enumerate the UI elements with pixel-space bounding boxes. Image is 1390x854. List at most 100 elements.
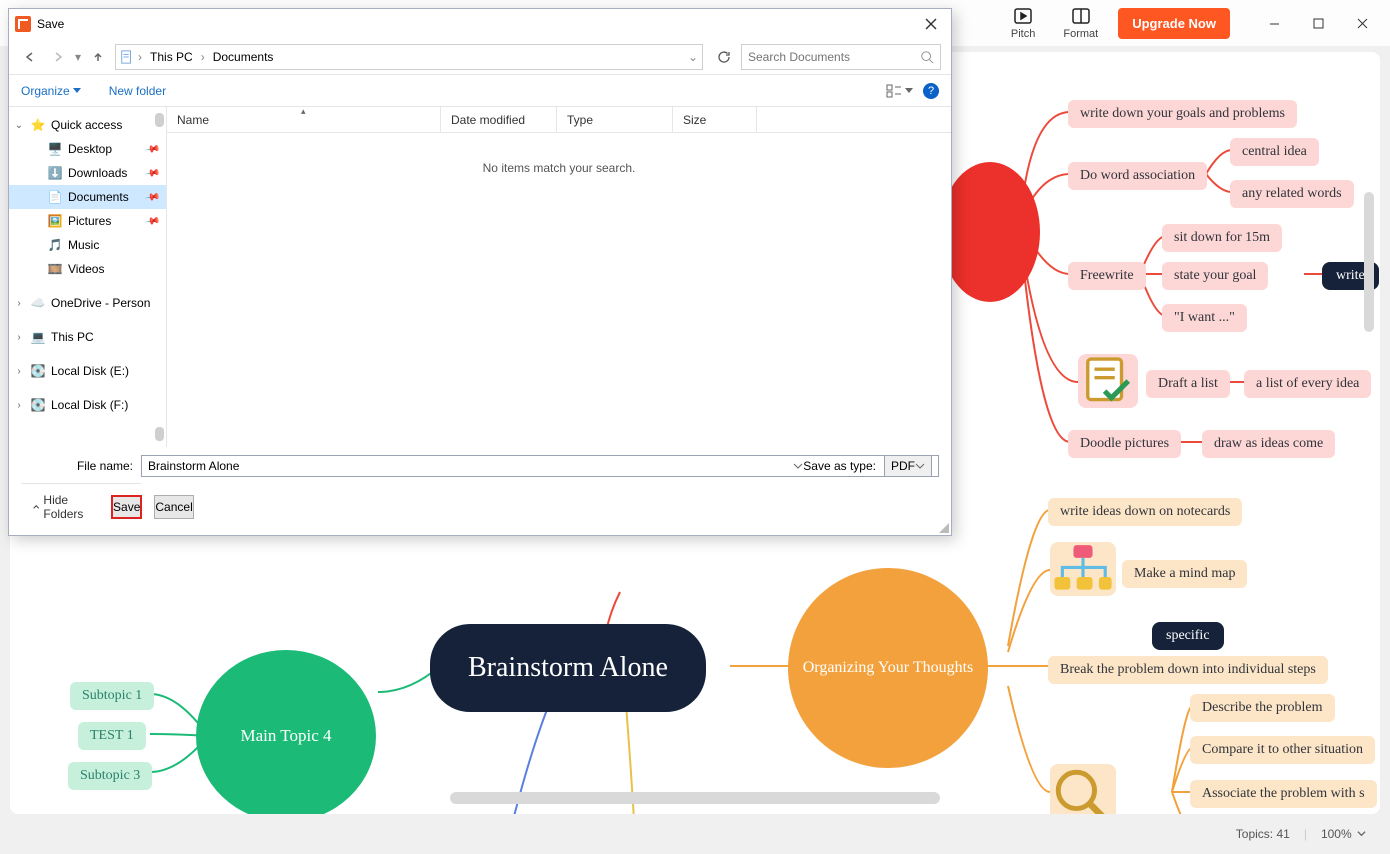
format-button[interactable]: Format xyxy=(1063,6,1098,40)
word-association-node[interactable]: Do word association xyxy=(1068,162,1207,190)
dialog-close-button[interactable] xyxy=(917,12,945,36)
list-every-idea-node[interactable]: a list of every idea xyxy=(1244,370,1371,398)
describe-node[interactable]: Describe the problem xyxy=(1190,694,1335,722)
hide-folders-button[interactable]: Hide Folders xyxy=(33,493,87,521)
disk-icon: 💽 xyxy=(30,397,46,413)
sit-15m-node[interactable]: sit down for 15m xyxy=(1162,224,1282,252)
disk-icon: 💽 xyxy=(30,363,46,379)
dialog-toolbar: Organize New folder ? xyxy=(9,75,951,107)
cancel-button[interactable]: Cancel xyxy=(154,495,193,519)
save-dialog: Save ▾ › This PC › Documents ⌄ Organize … xyxy=(8,8,952,536)
statusbar: Topics: 41 | 100% xyxy=(10,820,1380,848)
tree-documents[interactable]: 📄Documents📌 xyxy=(9,185,166,209)
file-list[interactable]: ▴ Name Date modified Type Size No items … xyxy=(167,107,951,447)
central-topic[interactable]: Brainstorm Alone xyxy=(430,624,706,712)
tree-music[interactable]: 🎵Music xyxy=(9,233,166,257)
tree-disk-f[interactable]: ›💽Local Disk (F:) xyxy=(9,393,166,417)
app-icon xyxy=(15,16,31,32)
draw-ideas-node[interactable]: draw as ideas come xyxy=(1202,430,1335,458)
format-label: Format xyxy=(1063,28,1098,40)
resize-grip[interactable] xyxy=(937,521,949,533)
zoom-level[interactable]: 100% xyxy=(1321,827,1366,841)
up-button[interactable] xyxy=(87,46,109,68)
file-name-field[interactable]: Save as type: PDF xyxy=(141,455,939,477)
doodle-node[interactable]: Doodle pictures xyxy=(1068,430,1181,458)
tree-videos[interactable]: 🎞️Videos xyxy=(9,257,166,281)
list-icon xyxy=(1078,354,1138,408)
draft-list-node[interactable]: Draft a list xyxy=(1146,370,1230,398)
vertical-scrollbar[interactable] xyxy=(1364,192,1374,332)
tree-quick-access[interactable]: ⌄⭐Quick access xyxy=(9,113,166,137)
pin-icon: 📌 xyxy=(144,141,161,157)
file-name-input[interactable] xyxy=(148,459,793,473)
organize-button[interactable]: Organize xyxy=(21,84,81,98)
col-type[interactable]: Type xyxy=(557,107,673,132)
col-date[interactable]: Date modified xyxy=(441,107,557,132)
tree-onedrive[interactable]: ›☁️OneDrive - Person xyxy=(9,291,166,315)
tree-scrollbar[interactable] xyxy=(155,113,164,127)
close-window-button[interactable] xyxy=(1340,7,1384,39)
crumb-this-pc[interactable]: This PC xyxy=(146,48,197,66)
pin-icon: 📌 xyxy=(144,165,161,181)
subtopic-1[interactable]: Subtopic 1 xyxy=(70,682,154,710)
main-topic-4-node[interactable]: Main Topic 4 xyxy=(196,650,376,814)
related-words-node[interactable]: any related words xyxy=(1230,180,1354,208)
horizontal-scrollbar[interactable] xyxy=(450,792,940,804)
tree-downloads[interactable]: ⬇️Downloads📌 xyxy=(9,161,166,185)
tree-desktop[interactable]: 🖥️Desktop📌 xyxy=(9,137,166,161)
empty-message: No items match your search. xyxy=(167,133,951,447)
tree-pictures[interactable]: 🖼️Pictures📌 xyxy=(9,209,166,233)
music-icon: 🎵 xyxy=(47,237,63,253)
view-mode-button[interactable] xyxy=(886,84,913,98)
col-size[interactable]: Size xyxy=(673,107,757,132)
associate-node[interactable]: Associate the problem with s xyxy=(1190,780,1377,808)
search-input[interactable] xyxy=(748,50,920,64)
test-1[interactable]: TEST 1 xyxy=(78,722,146,750)
red-topic-circle[interactable] xyxy=(940,162,1040,302)
tree-scrollbar-thumb[interactable] xyxy=(155,427,164,441)
save-button[interactable]: Save xyxy=(111,495,142,519)
write-goals-node[interactable]: write down your goals and problems xyxy=(1068,100,1297,128)
pin-icon: 📌 xyxy=(144,213,161,229)
save-type-dropdown[interactable]: PDF xyxy=(884,455,932,477)
specific-tag[interactable]: specific xyxy=(1152,622,1224,650)
minimize-button[interactable] xyxy=(1252,7,1296,39)
state-goal-node[interactable]: state your goal xyxy=(1162,262,1268,290)
crumb-documents[interactable]: Documents xyxy=(209,48,278,66)
back-button[interactable] xyxy=(19,46,41,68)
pictures-icon: 🖼️ xyxy=(47,213,63,229)
new-folder-button[interactable]: New folder xyxy=(109,84,166,98)
compare-node[interactable]: Compare it to other situation xyxy=(1190,736,1375,764)
upgrade-button[interactable]: Upgrade Now xyxy=(1118,8,1230,39)
maximize-button[interactable] xyxy=(1296,7,1340,39)
pin-icon: 📌 xyxy=(144,189,161,205)
break-steps-node[interactable]: Break the problem down into individual s… xyxy=(1048,656,1328,684)
mind-map-node[interactable]: Make a mind map xyxy=(1122,560,1247,588)
videos-icon: 🎞️ xyxy=(47,261,63,277)
folder-tree[interactable]: ⌄⭐Quick access 🖥️Desktop📌 ⬇️Downloads📌 📄… xyxy=(9,107,167,447)
star-icon: ⭐ xyxy=(30,117,46,133)
topics-count: Topics: 41 xyxy=(1236,827,1290,841)
magnify-icon xyxy=(1050,764,1116,814)
sort-indicator: ▴ xyxy=(301,107,306,117)
tree-this-pc[interactable]: ›💻This PC xyxy=(9,325,166,349)
downloads-icon: ⬇️ xyxy=(47,165,63,181)
subtopic-3[interactable]: Subtopic 3 xyxy=(68,762,152,790)
search-box[interactable] xyxy=(741,44,941,70)
organizing-thoughts-node[interactable]: Organizing Your Thoughts xyxy=(788,568,988,768)
tree-disk-e[interactable]: ›💽Local Disk (E:) xyxy=(9,359,166,383)
dialog-nav: ▾ › This PC › Documents ⌄ xyxy=(9,39,951,75)
freewrite-node[interactable]: Freewrite xyxy=(1068,262,1146,290)
forward-button[interactable] xyxy=(47,46,69,68)
breadcrumb[interactable]: › This PC › Documents ⌄ xyxy=(115,44,703,70)
help-button[interactable]: ? xyxy=(923,83,939,99)
notecards-node[interactable]: write ideas down on notecards xyxy=(1048,498,1242,526)
dialog-fields: File name: Save as type: PDF Hide Folder… xyxy=(9,447,951,535)
refresh-button[interactable] xyxy=(713,46,735,68)
i-want-node[interactable]: "I want ..." xyxy=(1162,304,1247,332)
dialog-titlebar: Save xyxy=(9,9,951,39)
list-header[interactable]: ▴ Name Date modified Type Size xyxy=(167,107,951,133)
desktop-icon: 🖥️ xyxy=(47,141,63,157)
central-idea-node[interactable]: central idea xyxy=(1230,138,1319,166)
pitch-button[interactable]: Pitch xyxy=(1011,6,1035,40)
